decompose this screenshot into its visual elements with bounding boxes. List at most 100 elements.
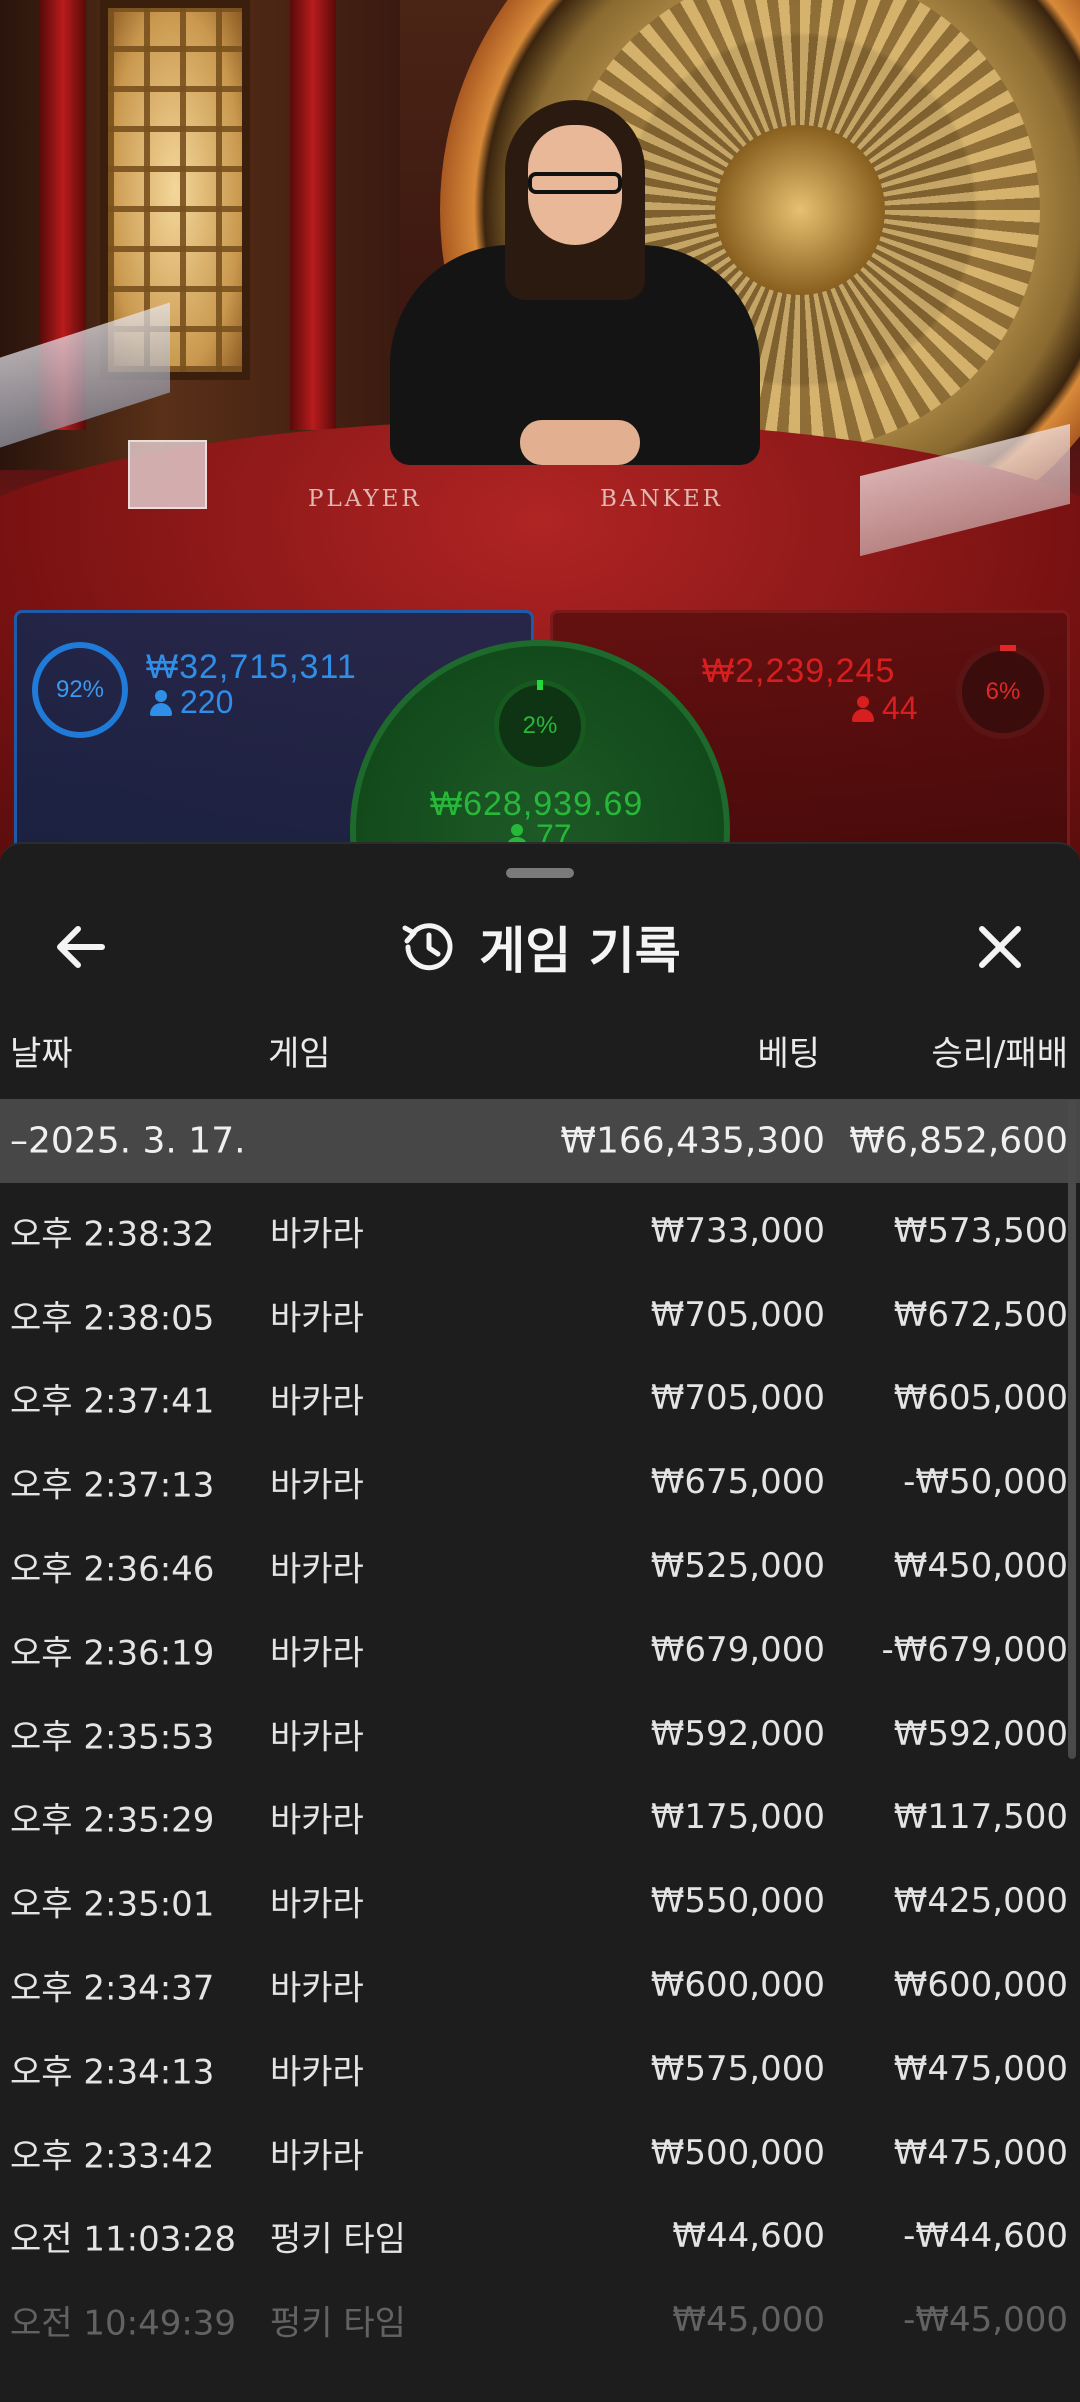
history-row[interactable]: 오후 2:38:05 바카라 ₩705,000 ₩672,500: [0, 1273, 1080, 1357]
player-count-value: 220: [180, 684, 234, 720]
row-time: 오후 2:38:32: [10, 1214, 215, 1255]
row-time: 오후 2:33:42: [10, 2136, 215, 2177]
tie-percent: 2%: [522, 712, 558, 739]
day-bet-total: ₩166,435,300: [560, 1120, 825, 1162]
column-winloss: 승리/패배: [931, 1034, 1068, 1074]
row-winloss: -₩44,600: [903, 2216, 1068, 2257]
row-bet: ₩600,000: [650, 1965, 825, 2006]
row-game: 바카라: [270, 1633, 364, 1674]
row-bet: ₩175,000: [650, 1797, 825, 1838]
player-percent-ring: 92%: [32, 642, 128, 738]
dealer-glasses: [528, 172, 622, 194]
history-row[interactable]: 오전 10:49:39 펑키 타임 ₩45,000 -₩45,000: [0, 2278, 1080, 2362]
row-winloss: ₩592,000: [893, 1713, 1068, 1754]
row-winloss: ₩672,500: [893, 1294, 1068, 1335]
player-percent: 92%: [55, 676, 105, 703]
row-bet: ₩575,000: [650, 2048, 825, 2089]
column-date: 날짜: [10, 1034, 73, 1074]
row-game: 바카라: [270, 1381, 364, 1422]
history-clock-icon: [402, 923, 453, 971]
player-table-label: PLAYER: [308, 486, 422, 512]
row-game: 바카라: [270, 1800, 364, 1841]
row-bet: ₩44,600: [672, 2216, 825, 2257]
history-row[interactable]: 오전 11:03:28 펑키 타임 ₩44,600 -₩44,600: [0, 2195, 1080, 2279]
row-game: 바카라: [270, 1549, 364, 1590]
row-time: 오후 2:35:29: [10, 1800, 215, 1841]
row-game: 바카라: [270, 1214, 364, 1255]
sheet-drag-handle[interactable]: [506, 868, 574, 878]
row-game: 바카라: [270, 2136, 364, 2177]
row-game: 바카라: [270, 1968, 364, 2009]
history-row[interactable]: 오후 2:35:01 바카라 ₩550,000 ₩425,000: [0, 1859, 1080, 1943]
row-bet: ₩705,000: [650, 1294, 825, 1335]
banker-table-label: BANKER: [600, 486, 723, 512]
column-bet: 베팅: [757, 1034, 820, 1074]
row-time: 오전 11:03:28: [10, 2219, 237, 2260]
row-time: 오후 2:34:37: [10, 1968, 215, 2009]
row-time: 오후 2:35:01: [10, 1884, 215, 1925]
row-bet: ₩525,000: [650, 1546, 825, 1587]
row-game: 바카라: [270, 1298, 364, 1339]
row-winloss: ₩425,000: [893, 1881, 1068, 1922]
row-time: 오후 2:35:53: [10, 1717, 215, 1758]
row-bet: ₩679,000: [650, 1629, 825, 1670]
history-row[interactable]: 오후 2:34:37 바카라 ₩600,000 ₩600,000: [0, 1943, 1080, 2027]
history-row[interactable]: 오후 2:36:19 바카라 ₩679,000 -₩679,000: [0, 1608, 1080, 1692]
row-time: 오전 10:49:39: [10, 2303, 237, 2344]
row-winloss: ₩573,500: [893, 1210, 1068, 1251]
row-winloss: -₩45,000: [903, 2300, 1068, 2341]
day-group-row[interactable]: –2025. 3. 17. ₩166,435,300 ₩6,852,600: [0, 1099, 1080, 1183]
history-row[interactable]: 오후 2:33:42 바카라 ₩500,000 ₩475,000: [0, 2111, 1080, 2195]
row-time: 오후 2:38:05: [10, 1298, 215, 1339]
history-row[interactable]: 오후 2:37:13 바카라 ₩675,000 -₩50,000: [0, 1440, 1080, 1524]
close-icon: [979, 926, 1021, 968]
row-bet: ₩733,000: [650, 1210, 825, 1251]
row-time: 오후 2:34:13: [10, 2052, 215, 2093]
day-label: –2025. 3. 17.: [10, 1120, 246, 1162]
row-time: 오후 2:36:19: [10, 1633, 215, 1674]
red-pillar: [290, 0, 336, 430]
row-bet: ₩550,000: [650, 1881, 825, 1922]
row-winloss: ₩605,000: [893, 1378, 1068, 1419]
table-header: 날짜 게임 베팅 승리/패배: [0, 1026, 1080, 1078]
column-game: 게임: [268, 1034, 331, 1074]
history-row[interactable]: 오후 2:37:41 바카라 ₩705,000 ₩605,000: [0, 1357, 1080, 1441]
banker-count-value: 44: [882, 690, 918, 726]
row-game: 펑키 타임: [270, 2219, 406, 2260]
dealer-hands: [520, 420, 640, 465]
row-game: 펑키 타임: [270, 2303, 406, 2344]
page-title: 게임 기록: [479, 922, 681, 980]
row-game: 바카라: [270, 2052, 364, 2093]
history-row[interactable]: 오후 2:35:53 바카라 ₩592,000 ₩592,000: [0, 1692, 1080, 1776]
row-bet: ₩45,000: [672, 2300, 825, 2341]
person-icon: [852, 695, 874, 722]
banker-bet-count: 44: [852, 690, 918, 727]
history-row[interactable]: 오후 2:38:32 바카라 ₩733,000 ₩573,500: [0, 1189, 1080, 1273]
history-rows: 오후 2:38:32 바카라 ₩733,000 ₩573,500 오후 2:38:05 바…: [0, 1189, 1080, 2362]
row-winloss: -₩50,000: [903, 1462, 1068, 1503]
decorative-medallion: [715, 125, 885, 295]
row-winloss: ₩600,000: [893, 1965, 1068, 2006]
row-bet: ₩500,000: [650, 2132, 825, 2173]
history-row[interactable]: 오후 2:35:29 바카라 ₩175,000 ₩117,500: [0, 1776, 1080, 1860]
row-winloss: ₩117,500: [893, 1797, 1068, 1838]
row-bet: ₩675,000: [650, 1462, 825, 1503]
close-button[interactable]: [960, 912, 1040, 982]
tie-percent-ring: 2%: [494, 680, 586, 772]
sheet-title: 게임 기록: [0, 912, 1080, 982]
game-history-sheet: 게임 기록 날짜 게임 베팅 승리/패배 –2025. 3. 17. ₩166,…: [0, 842, 1080, 2402]
row-time: 오후 2:37:13: [10, 1465, 215, 1506]
row-bet: ₩592,000: [650, 1713, 825, 1754]
scrollbar[interactable]: [1068, 1099, 1076, 1759]
player-bet-amount: ₩32,715,311: [146, 648, 357, 686]
player-bet-count: 220: [150, 684, 233, 721]
history-row[interactable]: 오후 2:34:13 바카라 ₩575,000 ₩475,000: [0, 2027, 1080, 2111]
row-game: 바카라: [270, 1465, 364, 1506]
person-icon: [150, 689, 172, 716]
row-game: 바카라: [270, 1884, 364, 1925]
row-winloss: -₩679,000: [881, 1629, 1069, 1670]
row-time: 오후 2:36:46: [10, 1549, 215, 1590]
row-bet: ₩705,000: [650, 1378, 825, 1419]
day-winloss-total: ₩6,852,600: [849, 1120, 1068, 1162]
history-row[interactable]: 오후 2:36:46 바카라 ₩525,000 ₩450,000: [0, 1524, 1080, 1608]
